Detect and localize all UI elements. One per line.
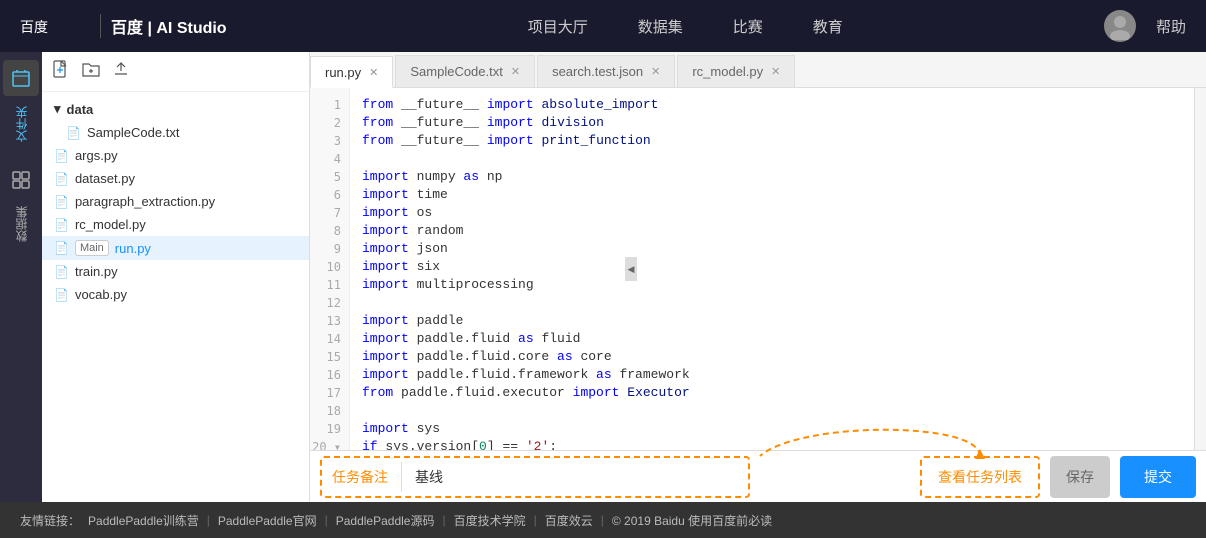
tab-rc-model-close[interactable]: ✕ [771,65,780,78]
file-run[interactable]: 📄 Main run.py [42,236,309,260]
editor-area: run.py ✕ SampleCode.txt ✕ search.test.js… [310,52,1206,502]
folder-data[interactable]: ▾ data [42,97,309,121]
editor-tabs: run.py ✕ SampleCode.txt ✕ search.test.js… [310,52,1206,88]
task-label: 任务备注 [332,467,388,487]
footer-paddleofficial[interactable]: PaddlePaddle官网 [218,512,317,529]
avatar[interactable] [1104,10,1136,42]
footer-baiduai[interactable]: 百度技术学院 [454,512,526,529]
sidebar-datasets-label[interactable]: 数据集 [13,202,30,246]
file-tree: ▾ data 📄 SampleCode.txt 📄 args.py 📄 data… [42,92,309,502]
file-vocab[interactable]: 📄 vocab.py [42,283,309,306]
nav-datasets[interactable]: 数据集 [638,16,683,37]
line-numbers: 1 2 3 4 5 6 7 8 9 10 11 12 13 14 15 16 1… [310,88,350,450]
baseline-input[interactable] [447,469,738,485]
footer: 友情链接： PaddlePaddle训练营 | PaddlePaddle官网 |… [0,502,1206,538]
file-args-label: args.py [75,148,118,163]
tab-search-json-close[interactable]: ✕ [651,65,660,78]
nav-projects[interactable]: 项目大厅 [528,16,588,37]
brand: 百度 百度 | AI Studio [20,12,227,40]
right-actions: 查看任务列表 保存 提交 [920,456,1196,498]
new-folder-icon[interactable] [82,60,100,83]
file-panel-toolbar [42,52,309,92]
collapse-panel-arrow[interactable]: ◀ [625,257,637,281]
file-rcmodel-label: rc_model.py [75,217,146,232]
footer-paddlecamp[interactable]: PaddlePaddle训练营 [88,512,199,529]
file-dataset[interactable]: 📄 dataset.py [42,167,309,190]
view-tasks-button[interactable]: 查看任务列表 [920,456,1040,498]
file-icon: 📄 [54,241,69,255]
ai-studio-label: 百度 | AI Studio [100,14,227,38]
save-button[interactable]: 保存 [1050,456,1110,498]
folder-data-label: data [67,102,94,117]
file-paragraph-label: paragraph_extraction.py [75,194,215,209]
footer-baiducloud[interactable]: 百度效云 [545,512,593,529]
file-icon: 📄 [54,288,69,302]
scrollbar[interactable] [1194,88,1206,450]
submit-button[interactable]: 提交 [1120,456,1196,498]
tab-samplecode[interactable]: SampleCode.txt ✕ [395,55,535,87]
baseline-label: 基线 [407,467,443,487]
file-icon: 📄 [54,195,69,209]
folder-arrow: ▾ [54,101,61,117]
file-paragraph[interactable]: 📄 paragraph_extraction.py [42,190,309,213]
sidebar-files-label[interactable]: 文件夹 [13,100,30,148]
left-panel: 文件夹 数据集 [0,52,42,502]
main-content: 文件夹 数据集 ▾ data 📄 S [0,52,1206,502]
tab-rc-model[interactable]: rc_model.py ✕ [677,55,795,87]
footer-copyright: © 2019 Baidu 使用百度前必读 [612,512,772,529]
editor-content: ◀ 1 2 3 4 5 6 7 8 9 10 11 12 13 14 15 16… [310,88,1206,450]
tab-samplecode-close[interactable]: ✕ [511,65,520,78]
nav-education[interactable]: 教育 [813,16,843,37]
left-sidebar: 文件夹 数据集 [0,52,42,502]
file-train[interactable]: 📄 train.py [42,260,309,283]
file-samplecode[interactable]: 📄 SampleCode.txt [42,121,309,144]
file-dataset-label: dataset.py [75,171,135,186]
file-icon: 📄 [66,126,81,140]
tab-rc-model-label: rc_model.py [692,64,763,79]
file-run-label: run.py [115,241,151,256]
file-train-label: train.py [75,264,118,279]
tab-samplecode-label: SampleCode.txt [410,64,503,79]
file-icon: 📄 [54,149,69,163]
main-badge: Main [75,240,109,256]
tab-run-py-close[interactable]: ✕ [369,66,378,79]
nav-right: 帮助 [1104,10,1186,42]
tab-search-json[interactable]: search.test.json ✕ [537,55,675,87]
navbar: 百度 百度 | AI Studio 项目大厅 数据集 比赛 教育 帮助 [0,0,1206,52]
nav-links: 项目大厅 数据集 比赛 教育 [267,16,1104,37]
sidebar-files-icon[interactable] [3,60,39,96]
file-icon: 📄 [54,265,69,279]
footer-prefix: 友情链接： [20,512,80,529]
upload-icon[interactable] [112,60,130,83]
task-input-area: 任务备注 基线 [320,456,750,498]
tab-search-json-label: search.test.json [552,64,643,79]
svg-text:百度: 百度 [20,19,48,35]
file-samplecode-label: SampleCode.txt [87,125,180,140]
file-panel: ▾ data 📄 SampleCode.txt 📄 args.py 📄 data… [42,52,310,502]
footer-paddlesrc[interactable]: PaddlePaddle源码 [336,512,435,529]
file-rcmodel[interactable]: 📄 rc_model.py [42,213,309,236]
input-separator [401,462,402,492]
tab-run-py-label: run.py [325,65,361,80]
file-vocab-label: vocab.py [75,287,127,302]
help-link[interactable]: 帮助 [1156,16,1186,37]
file-args[interactable]: 📄 args.py [42,144,309,167]
nav-competition[interactable]: 比赛 [733,16,763,37]
bottom-bar: 任务备注 基线 查看任务列表 保存 提交 [310,450,1206,502]
file-icon: 📄 [54,218,69,232]
tab-run-py[interactable]: run.py ✕ [310,56,393,88]
sidebar-datasets-icon[interactable] [3,162,39,198]
file-icon: 📄 [54,172,69,186]
new-file-icon[interactable] [52,60,70,83]
code-editor[interactable]: from __future__ import absolute_import f… [350,88,1194,450]
baidu-logo-icon: 百度 [20,12,100,40]
